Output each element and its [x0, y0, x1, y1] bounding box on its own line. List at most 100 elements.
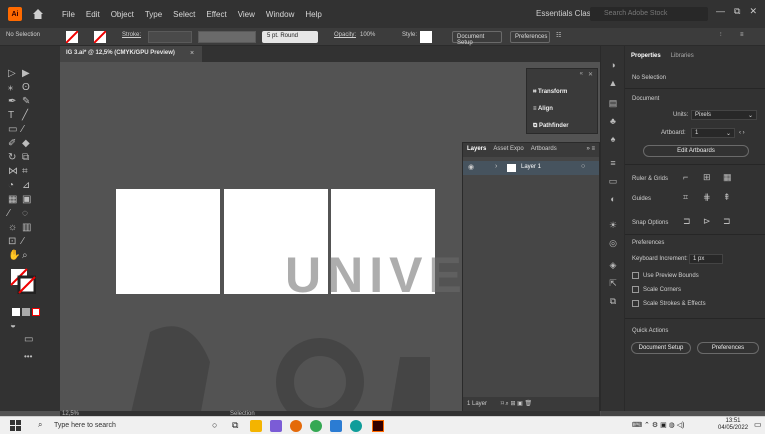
width-tool-icon[interactable]: ⋈ — [8, 166, 18, 177]
clock[interactable]: 13:51 04/05/2022 — [718, 418, 748, 432]
free-transform-icon[interactable]: ⌗ — [22, 166, 28, 177]
scale-corners-checkbox[interactable] — [632, 286, 639, 293]
pathfinder-panel-button[interactable]: ⧉ Pathfinder — [533, 123, 569, 130]
none-mode-icon[interactable] — [32, 308, 40, 316]
stroke-label[interactable]: Stroke: — [122, 32, 141, 38]
slice-tool-icon[interactable]: ∕ — [22, 236, 24, 247]
graphic-styles-icon[interactable]: ♠ — [606, 134, 620, 146]
menu-object[interactable]: Object — [111, 10, 134, 19]
document-tab[interactable]: IG 3.ai* @ 12,5% (CMYK/GPU Preview) — [60, 46, 202, 62]
menu-select[interactable]: Select — [173, 10, 195, 19]
stroke-panel-icon[interactable]: ≡ — [606, 158, 620, 170]
close-panel-icon[interactable]: ✕ — [588, 71, 593, 78]
scale-tool-icon[interactable]: ⧉ — [22, 152, 29, 163]
hand-tool-icon[interactable]: ✋ — [8, 250, 20, 261]
pixel-grid-icon[interactable]: ▦ — [723, 172, 732, 183]
file-explorer-icon[interactable] — [250, 420, 262, 432]
style-swatch[interactable] — [420, 31, 432, 43]
transform-panel-button[interactable]: ⌗ Transform — [533, 89, 567, 96]
paintbrush-icon[interactable]: ⁄ — [22, 124, 24, 135]
stroke-swatch-icon[interactable] — [94, 31, 106, 43]
photos-icon[interactable] — [270, 420, 282, 432]
menu-help[interactable]: Help — [305, 10, 321, 19]
snap-glyph-icon[interactable]: ⊐ — [723, 216, 731, 227]
menu-effect[interactable]: Effect — [206, 10, 226, 19]
export-panel-icon[interactable]: ⇱ — [606, 278, 620, 290]
arrange-documents-icon[interactable]: ☷ — [556, 32, 561, 39]
target-icon[interactable]: ○ — [581, 163, 585, 170]
curvature-tool-icon[interactable]: ✎ — [22, 96, 30, 107]
edge-icon[interactable] — [350, 420, 362, 432]
units-dropdown[interactable]: Pixels ⌄ — [691, 110, 757, 120]
smart-guides-icon[interactable]: ⇞ — [723, 192, 731, 203]
cortana-icon[interactable]: ○ — [212, 420, 224, 432]
layer-row[interactable]: ◉ › Layer 1 ○ — [463, 161, 599, 175]
layer-actions-icons[interactable]: ⌑ ⌕ ⊞ ▣ 🗑 — [501, 401, 532, 407]
ruler-icon[interactable]: ⌐ — [683, 172, 688, 182]
menu-type[interactable]: Type — [145, 10, 162, 19]
visibility-eye-icon[interactable]: ◉ — [468, 163, 474, 171]
quick-document-setup-button[interactable]: Document Setup — [631, 342, 691, 354]
shaper-tool-icon[interactable]: ✐ — [8, 138, 16, 149]
symbols-panel-icon[interactable]: ♣ — [606, 116, 620, 128]
fill-stroke-widget-icon[interactable] — [10, 268, 36, 294]
restore-button[interactable]: ⧉ — [734, 6, 740, 17]
artboard-nav-icon[interactable]: ‹ › — [739, 130, 745, 136]
stroke-weight-field[interactable] — [148, 31, 192, 43]
stock-search-input[interactable]: Search Adobe Stock — [590, 7, 708, 21]
snap-pixel-icon[interactable]: ⊳ — [703, 216, 711, 227]
menu-file[interactable]: File — [62, 10, 75, 19]
tab-layers[interactable]: Layers — [467, 146, 486, 157]
screen-mode-icon[interactable]: ▭ — [24, 334, 33, 345]
appearance-panel-icon[interactable]: ☀ — [606, 220, 620, 232]
tab-libraries[interactable]: Libraries — [671, 53, 694, 66]
tab-asset-export[interactable]: Asset Expo — [493, 146, 523, 157]
eyedropper-icon[interactable]: ⁄ — [8, 208, 10, 219]
eraser-tool-icon[interactable]: ◆ — [22, 138, 30, 149]
system-tray-icons[interactable]: ⌨ ⌃ ⚙ ▣ ◍ ◁) — [632, 421, 684, 429]
magic-wand-icon[interactable]: ⁎ — [8, 82, 13, 93]
color-mode-icon[interactable] — [12, 308, 20, 316]
swatches-panel-icon[interactable]: ▲ — [606, 78, 620, 90]
artboard-1[interactable] — [116, 189, 220, 294]
transparency-panel-icon[interactable]: ◐ — [606, 194, 620, 206]
image-trace-icon[interactable]: ◎ — [606, 238, 620, 250]
chrome-icon[interactable] — [310, 420, 322, 432]
line-tool-icon[interactable]: ╱ — [22, 110, 28, 121]
grid-icon[interactable]: ⊞ — [703, 172, 711, 183]
type-tool-icon[interactable]: T — [8, 110, 14, 121]
home-icon[interactable] — [32, 8, 44, 20]
minimize-button[interactable]: — — [716, 6, 725, 17]
menu-edit[interactable]: Edit — [86, 10, 100, 19]
color-panel-icon[interactable]: ◑ — [606, 60, 620, 72]
close-document-icon[interactable]: × — [190, 50, 194, 57]
lasso-icon[interactable]: ʘ — [22, 82, 30, 93]
snap-point-icon[interactable]: ⊐ — [683, 216, 691, 227]
close-button[interactable]: ✕ — [749, 6, 757, 17]
edit-artboards-button[interactable]: Edit Artboards — [643, 145, 749, 157]
shape-builder-icon[interactable]: ◔ — [8, 180, 14, 191]
brushes-panel-icon[interactable]: ▤ — [606, 98, 620, 110]
rotate-tool-icon[interactable]: ↻ — [8, 152, 16, 163]
perspective-grid-icon[interactable]: ⊿ — [22, 180, 30, 191]
expand-layer-icon[interactable]: › — [495, 163, 497, 170]
layer-name[interactable]: Layer 1 — [521, 164, 541, 170]
gradient-mode-icon[interactable] — [22, 308, 30, 316]
windows-start-icon[interactable] — [10, 420, 22, 432]
layers-strip-icon[interactable]: ◈ — [606, 260, 620, 272]
zoom-tool-icon[interactable]: ⌕ — [22, 250, 28, 261]
collapse-icon[interactable]: « — [580, 71, 583, 77]
illustrator-taskbar-icon[interactable] — [372, 420, 384, 432]
brush-definition[interactable]: 5 pt. Round — [262, 31, 318, 43]
gradient-panel-icon[interactable]: ▭ — [606, 176, 620, 188]
artboard-tool-icon[interactable]: ⊡ — [8, 236, 16, 247]
scale-strokes-checkbox[interactable] — [632, 300, 639, 307]
draw-mode-icon[interactable]: ◒ — [10, 320, 16, 331]
tab-properties[interactable]: Properties — [631, 53, 661, 66]
selection-tool-icon[interactable]: ▷ — [8, 68, 16, 79]
rectangle-tool-icon[interactable]: ▭ — [8, 124, 17, 135]
variable-width-profile[interactable] — [198, 31, 256, 43]
align-panel-button[interactable]: ≡ Align — [533, 106, 553, 112]
more-tools-icon[interactable]: ••• — [24, 352, 32, 361]
gradient-tool-icon[interactable]: ▣ — [22, 194, 31, 205]
